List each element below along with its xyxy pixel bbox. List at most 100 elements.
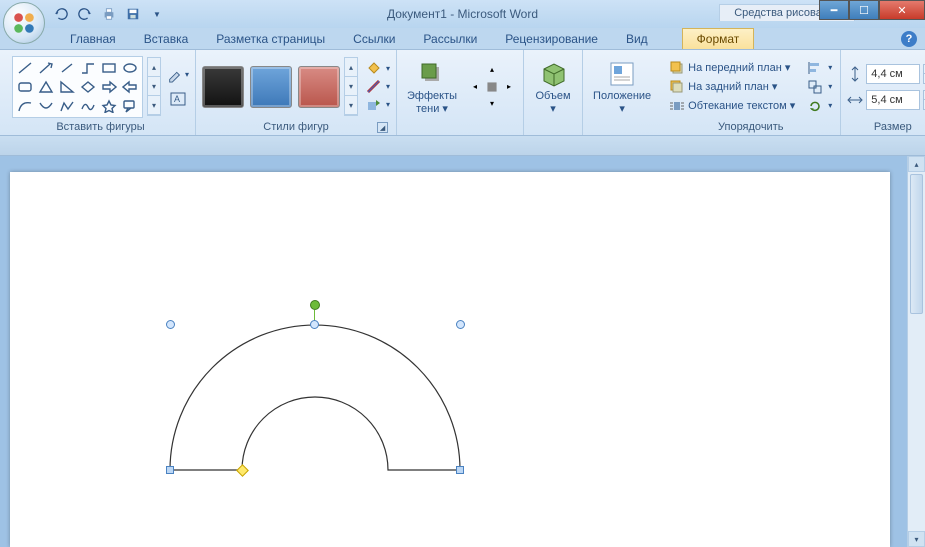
shape-curve1-icon[interactable] <box>15 97 35 115</box>
close-button[interactable]: ✕ <box>879 0 925 20</box>
styles-dialog-launcher[interactable]: ◢ <box>377 122 388 133</box>
tab-refs[interactable]: Ссылки <box>339 29 409 49</box>
gallery-more-icon[interactable]: ▾ <box>148 96 160 115</box>
shape-triangle-icon[interactable] <box>36 78 56 96</box>
shadow-effects-label: Эффекты тени ▾ <box>407 90 457 114</box>
styles-scroll-down-icon[interactable]: ▾ <box>345 77 357 96</box>
position-label: Положение ▾ <box>593 90 651 114</box>
shape-rect-icon[interactable] <box>99 59 119 77</box>
shape-connector-icon[interactable] <box>78 59 98 77</box>
tab-insert[interactable]: Вставка <box>130 29 203 49</box>
redo-button[interactable] <box>76 5 94 23</box>
resize-handle-sw[interactable] <box>166 466 174 474</box>
align-button[interactable]: ▾ <box>805 59 834 77</box>
shape-arrow-icon[interactable] <box>36 59 56 77</box>
styles-scroll-up-icon[interactable]: ▴ <box>345 58 357 77</box>
group-insert-shapes: ▴ ▾ ▾ ▾ A Вставить фигуры <box>6 50 196 135</box>
shape-star-icon[interactable] <box>99 97 119 115</box>
maximize-button[interactable]: ☐ <box>849 0 879 20</box>
shape-dblarrow-icon[interactable] <box>57 59 77 77</box>
resize-handle-se[interactable] <box>456 466 464 474</box>
style-swatch-red[interactable] <box>298 66 340 108</box>
selected-shape[interactable] <box>160 320 470 485</box>
rotation-handle[interactable] <box>310 300 320 310</box>
scroll-down-icon[interactable]: ▾ <box>908 531 925 547</box>
gallery-scroll-down-icon[interactable]: ▾ <box>148 77 160 96</box>
ribbon: ▴ ▾ ▾ ▾ A Вставить фигуры ▴ ▾ ▾ <box>0 50 925 136</box>
gallery-scrollbar[interactable]: ▴ ▾ ▾ <box>147 57 161 116</box>
3d-effects-button[interactable]: Объем ▾ <box>530 56 576 116</box>
width-icon <box>847 92 863 108</box>
style-swatch-blue[interactable] <box>250 66 292 108</box>
resize-handle-ne[interactable] <box>456 320 465 329</box>
shape-outline-button[interactable]: ▾ <box>366 79 390 95</box>
shape-fill-button[interactable]: ▾ <box>366 61 390 77</box>
workspace <box>0 156 925 547</box>
text-wrap-button[interactable]: Обтекание текстом ▾ <box>667 97 797 115</box>
print-button[interactable] <box>100 5 118 23</box>
tab-view[interactable]: Вид <box>612 29 662 49</box>
shape-curve2-icon[interactable] <box>36 97 56 115</box>
shadow-nudge-left[interactable]: ◂ <box>467 79 483 95</box>
save-button[interactable] <box>124 5 142 23</box>
styles-more-icon[interactable]: ▾ <box>345 96 357 115</box>
height-icon <box>847 66 863 82</box>
document-page[interactable] <box>10 172 890 547</box>
shadow-effects-button[interactable]: Эффекты тени ▾ <box>403 56 461 116</box>
gallery-scroll-up-icon[interactable]: ▴ <box>148 58 160 77</box>
width-input[interactable] <box>866 90 920 110</box>
shape-rtriangle-icon[interactable] <box>57 78 77 96</box>
shape-callout-icon[interactable] <box>120 97 140 115</box>
tab-layout[interactable]: Разметка страницы <box>202 29 339 49</box>
help-button[interactable]: ? <box>901 31 917 47</box>
shape-freeform-icon[interactable] <box>57 97 77 115</box>
group-button[interactable]: ▾ <box>805 78 834 96</box>
tab-review[interactable]: Рецензирование <box>491 29 612 49</box>
shapes-gallery[interactable] <box>12 56 143 118</box>
resize-handle-n[interactable] <box>310 320 319 329</box>
group-label-position-spacer <box>589 120 655 135</box>
document-title: Документ1 - Microsoft Word <box>387 7 538 21</box>
shape-diamond-icon[interactable] <box>78 78 98 96</box>
styles-scrollbar[interactable]: ▴ ▾ ▾ <box>344 57 358 116</box>
tab-mail[interactable]: Рассылки <box>409 29 491 49</box>
tab-home[interactable]: Главная <box>56 29 130 49</box>
bring-front-button[interactable]: На передний план ▾ <box>667 59 797 77</box>
vertical-scrollbar[interactable]: ▴ ▾ <box>907 156 925 547</box>
title-bar: ▼ Документ1 - Microsoft Word Средства ри… <box>0 0 925 28</box>
resize-handle-nw[interactable] <box>166 320 175 329</box>
shape-leftarrow-icon[interactable] <box>120 78 140 96</box>
group-shadow: Эффекты тени ▾ ▴ ◂ ▸ ▾ <box>397 50 524 135</box>
cube-icon <box>537 58 569 90</box>
group-arrange: На передний план ▾ На задний план ▾ Обте… <box>661 50 841 135</box>
shape-scribble-icon[interactable] <box>78 97 98 115</box>
text-box-button[interactable]: A <box>167 88 189 110</box>
shape-rightarrow-icon[interactable] <box>99 78 119 96</box>
minimize-button[interactable]: ━ <box>819 0 849 20</box>
svg-text:A: A <box>174 94 180 104</box>
ribbon-tabs: Главная Вставка Разметка страницы Ссылки… <box>0 28 925 50</box>
shadow-nudge-up[interactable]: ▴ <box>484 62 500 78</box>
office-button[interactable] <box>3 2 45 44</box>
tab-format[interactable]: Формат <box>682 28 755 49</box>
group-shape-styles: ▴ ▾ ▾ ▾ ▾ ▾ Стили фигур ◢ <box>196 50 397 135</box>
edit-shape-button[interactable]: ▾ <box>167 64 189 86</box>
send-back-button[interactable]: На задний план ▾ <box>667 78 797 96</box>
shape-line-icon[interactable] <box>15 59 35 77</box>
rotate-button[interactable]: ▾ <box>805 97 834 115</box>
shadow-nudge-down[interactable]: ▾ <box>484 96 500 112</box>
shadow-nudge-right[interactable]: ▸ <box>501 79 517 95</box>
change-shape-button[interactable]: ▾ <box>366 97 390 113</box>
position-button[interactable]: Положение ▾ <box>589 56 655 116</box>
undo-button[interactable] <box>52 5 70 23</box>
shadow-toggle[interactable] <box>484 79 500 95</box>
style-swatch-black[interactable] <box>202 66 244 108</box>
scroll-up-icon[interactable]: ▴ <box>908 156 925 172</box>
qat-dropdown[interactable]: ▼ <box>148 5 166 23</box>
shape-roundrect-icon[interactable] <box>15 78 35 96</box>
shape-oval-icon[interactable] <box>120 59 140 77</box>
scroll-thumb[interactable] <box>910 174 923 314</box>
block-arc-shape[interactable] <box>170 325 460 470</box>
ruler-area <box>0 136 925 156</box>
height-input[interactable] <box>866 64 920 84</box>
